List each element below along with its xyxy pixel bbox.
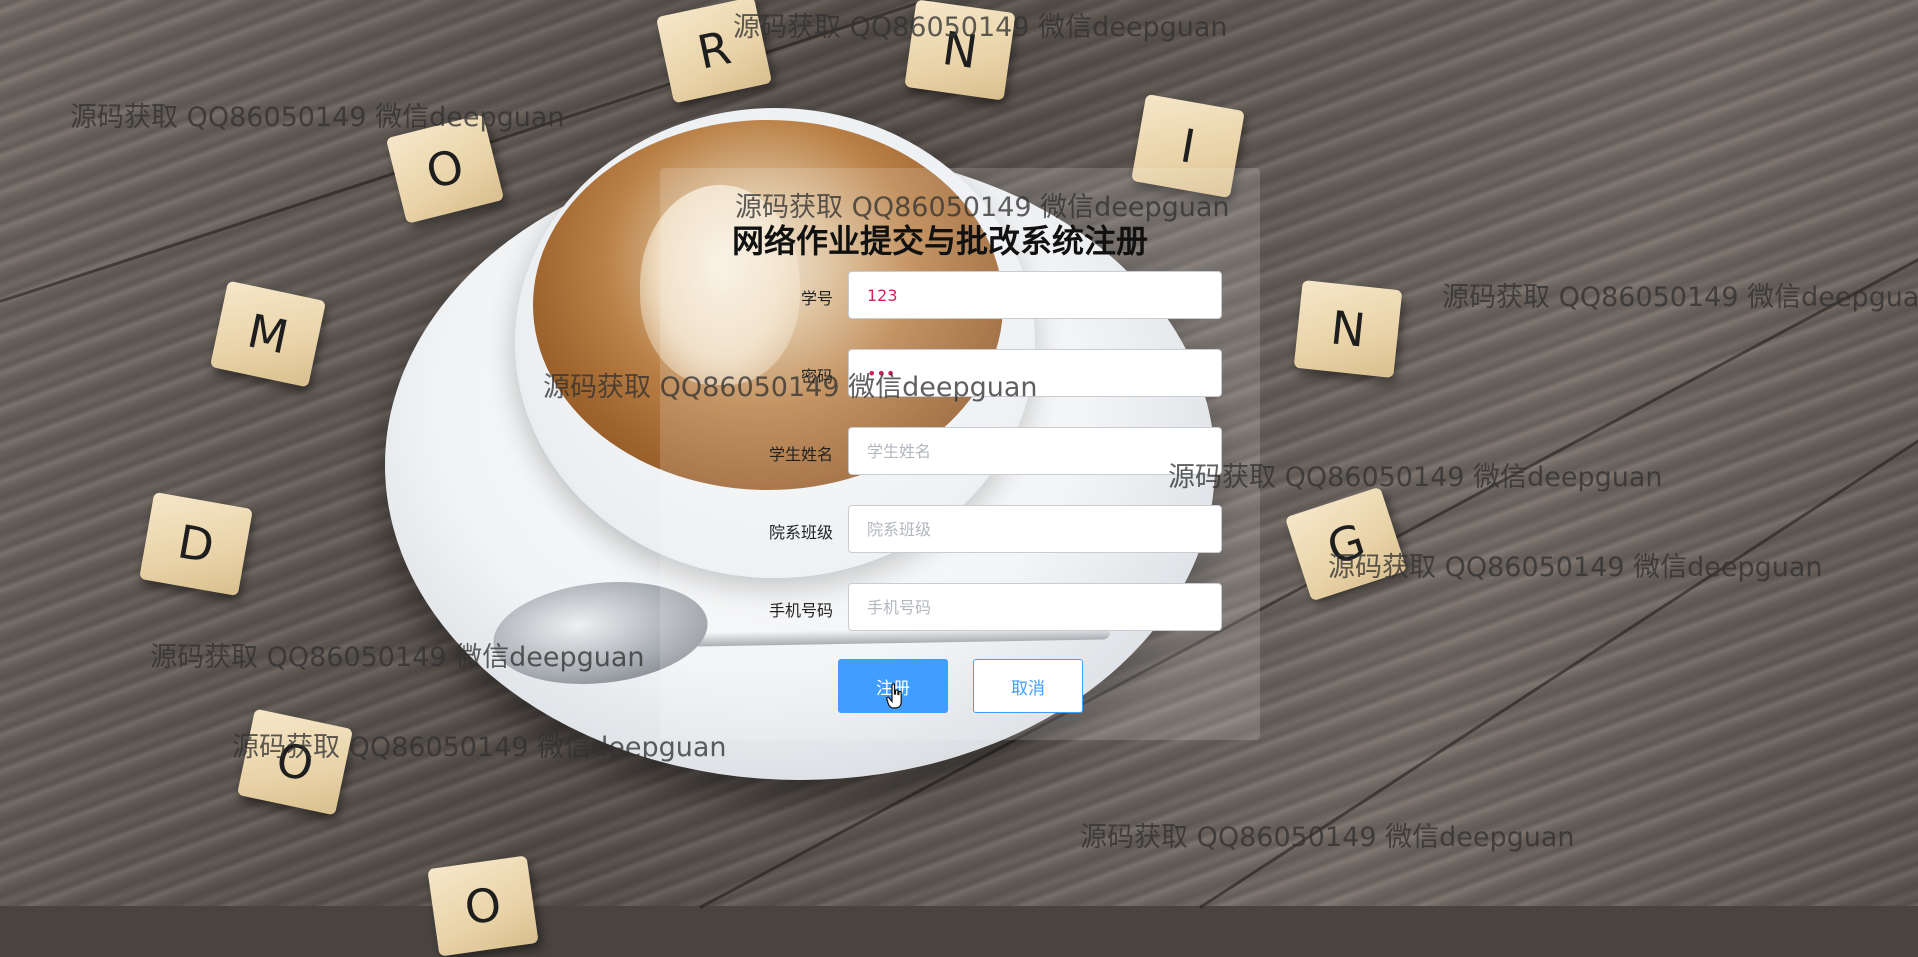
scrabble-tile: O [427,855,539,957]
watermark-text: 源码获取 QQ86050149 微信deepguan [232,732,727,763]
watermark-text: 源码获取 QQ86050149 微信deepguan [1328,552,1823,583]
phone-label: 手机号码 [768,601,833,620]
watermark-text: 源码获取 QQ86050149 微信deepguan [543,372,1038,403]
cancel-button[interactable]: 取消 [973,659,1083,713]
watermark-text: 源码获取 QQ86050149 微信deepguan [733,12,1228,43]
watermark-text: 源码获取 QQ86050149 微信deepguan [1168,462,1663,493]
student-name-label: 学生姓名 [768,445,833,464]
watermark-text: 源码获取 QQ86050149 微信deepguan [1080,822,1575,853]
scrabble-tile: N [1293,280,1403,378]
watermark-text: 源码获取 QQ86050149 微信deepguan [1442,282,1918,313]
student-id-input[interactable] [848,271,1222,319]
scrabble-tile: D [139,491,253,597]
department-class-input[interactable] [848,505,1222,553]
watermark-text: 源码获取 QQ86050149 微信deepguan [70,102,565,133]
student-id-label: 学号 [800,289,833,308]
department-class-label: 院系班级 [768,523,833,542]
phone-input[interactable] [848,583,1222,631]
hand-cursor-icon [886,683,902,709]
watermark-text: 源码获取 QQ86050149 微信deepguan [150,642,645,673]
watermark-text: 源码获取 QQ86050149 微信deepguan [735,192,1230,223]
student-name-input[interactable] [848,427,1222,475]
